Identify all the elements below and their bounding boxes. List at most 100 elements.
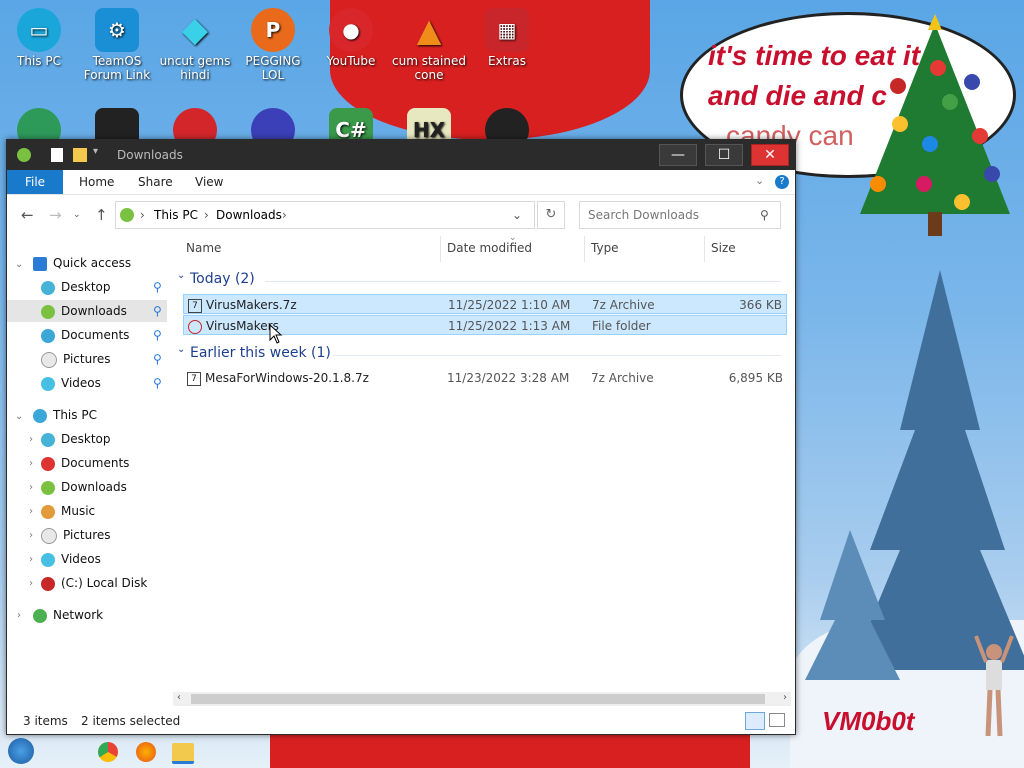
explorer-app-icon[interactable] xyxy=(17,148,31,162)
file-date: 11/25/2022 1:10 AM xyxy=(448,298,571,312)
quick-access-dropdown-icon[interactable]: ▾ xyxy=(93,146,98,157)
tab-view[interactable]: View xyxy=(195,175,223,189)
file-name-cell: 7 VirusMakers.7z xyxy=(188,295,297,315)
desktop-icon-this-pc[interactable]: ▭ This PC xyxy=(0,8,78,68)
collapse-group-icon[interactable]: ⌄ xyxy=(177,270,185,281)
details-view-icon[interactable] xyxy=(745,712,765,730)
breadcrumb-sep-icon: › xyxy=(282,208,287,222)
large-icons-view-icon[interactable] xyxy=(769,713,785,727)
pin-icon[interactable]: ⚲ xyxy=(153,304,162,318)
nav-quick-videos[interactable]: Videos xyxy=(41,372,101,394)
nav-pc-local-disk[interactable]: (C:) Local Disk xyxy=(41,572,147,594)
nav-pc-desktop[interactable]: Desktop xyxy=(41,428,111,450)
expand-icon[interactable]: › xyxy=(29,434,33,445)
expand-icon[interactable]: › xyxy=(29,458,33,469)
column-name[interactable]: Name xyxy=(186,241,221,255)
scrollbar-thumb[interactable] xyxy=(191,694,765,704)
nav-label: Downloads xyxy=(61,480,127,494)
nav-quick-downloads[interactable]: Downloads xyxy=(7,300,167,322)
column-size[interactable]: Size xyxy=(711,241,736,255)
breadcrumb-this-pc[interactable]: This PC xyxy=(154,202,198,228)
chrome-icon[interactable] xyxy=(98,742,118,762)
horizontal-scrollbar[interactable]: ‹ › xyxy=(173,692,791,706)
tab-home[interactable]: Home xyxy=(79,175,114,189)
desktop-icon-extras[interactable]: ▦ Extras xyxy=(468,8,546,68)
scroll-left-icon[interactable]: ‹ xyxy=(177,692,181,703)
tab-file[interactable]: File xyxy=(7,170,63,194)
minimize-button[interactable]: — xyxy=(659,144,697,166)
back-icon[interactable]: ← xyxy=(21,206,34,224)
close-button[interactable]: ✕ xyxy=(751,144,789,166)
computer-icon xyxy=(33,408,47,423)
group-header-today[interactable]: Today (2) xyxy=(190,271,255,287)
desktop-icon-label: This PC xyxy=(17,54,61,68)
nav-pc-videos[interactable]: Videos xyxy=(41,548,101,570)
recent-locations-icon[interactable]: ⌄ xyxy=(73,210,81,220)
column-separator[interactable] xyxy=(584,236,585,262)
nav-pc-pictures[interactable]: Pictures xyxy=(41,524,111,546)
help-icon[interactable]: ? xyxy=(775,175,789,189)
title-bar[interactable]: ▾ Downloads — ☐ ✕ xyxy=(7,140,795,170)
pictures-folder-icon xyxy=(41,351,57,368)
breadcrumb-downloads[interactable]: Downloads xyxy=(216,202,282,228)
nav-pc-downloads[interactable]: Downloads xyxy=(41,476,127,498)
nav-quick-desktop[interactable]: Desktop xyxy=(41,276,111,298)
expand-ribbon-icon[interactable]: ⌄ xyxy=(755,174,764,187)
nav-quick-pictures[interactable]: Pictures xyxy=(41,348,111,370)
expand-network-icon[interactable]: › xyxy=(17,610,21,621)
expand-icon[interactable]: › xyxy=(29,482,33,493)
pin-icon[interactable]: ⚲ xyxy=(153,328,162,342)
desktop-icon-youtube[interactable]: ● YouTube xyxy=(312,8,390,68)
pin-icon[interactable]: ⚲ xyxy=(153,352,162,366)
desktop-icon-uncut-gems[interactable]: ◆ uncut gems hindi xyxy=(156,8,234,82)
up-icon[interactable]: ↑ xyxy=(95,206,108,224)
scroll-right-icon[interactable]: › xyxy=(783,692,787,703)
videos-folder-icon xyxy=(41,552,55,567)
desktop-icon-cone[interactable]: ▲ cum stained cone xyxy=(390,8,468,82)
expand-this-pc-icon[interactable]: ⌄ xyxy=(15,411,23,422)
file-row[interactable]: 7 MesaForWindows-20.1.8.7z 11/23/2022 3:2… xyxy=(183,368,787,388)
maximize-button[interactable]: ☐ xyxy=(705,144,743,166)
expand-icon[interactable]: › xyxy=(29,578,33,589)
desktop-icon-pegging[interactable]: P PEGGING LOL xyxy=(234,8,312,82)
desktop-icon-label: uncut gems hindi xyxy=(159,54,231,82)
expand-quick-access-icon[interactable]: ⌄ xyxy=(15,259,23,270)
desktop-icon-teamos[interactable]: ⚙ TeamOS Forum Link xyxy=(78,8,156,82)
nav-network[interactable]: Network xyxy=(33,604,103,626)
nav-pc-documents[interactable]: Documents xyxy=(41,452,129,474)
address-bar[interactable]: › This PC › Downloads › ⌄ xyxy=(115,201,535,229)
file-date: 11/23/2022 3:28 AM xyxy=(447,371,570,385)
expand-icon[interactable]: › xyxy=(29,530,33,541)
breadcrumb-sep-icon: › xyxy=(140,208,145,222)
column-date-modified[interactable]: Date modified xyxy=(447,241,532,255)
pin-icon[interactable]: ⚲ xyxy=(153,280,162,294)
tab-share[interactable]: Share xyxy=(138,175,173,189)
nav-quick-documents[interactable]: Documents xyxy=(41,324,129,346)
expand-icon[interactable]: › xyxy=(29,506,33,517)
nav-pc-music[interactable]: Music xyxy=(41,500,95,522)
address-dropdown-icon[interactable]: ⌄ xyxy=(512,202,522,228)
properties-quick-icon[interactable] xyxy=(51,148,63,162)
taskbar xyxy=(0,734,1024,768)
collapse-group-icon[interactable]: ⌄ xyxy=(177,344,185,355)
forward-icon[interactable]: → xyxy=(49,206,62,224)
column-separator[interactable] xyxy=(704,236,705,262)
new-folder-quick-icon[interactable] xyxy=(73,148,87,162)
group-header-earlier-this-week[interactable]: Earlier this week (1) xyxy=(190,345,331,361)
nav-label: Downloads xyxy=(61,304,127,318)
refresh-button[interactable]: ↻ xyxy=(537,201,565,229)
file-size: 366 KB xyxy=(739,298,782,312)
pin-icon[interactable]: ⚲ xyxy=(153,376,162,390)
file-row[interactable]: 7 VirusMakers.7z 11/25/2022 1:10 AM 7z Ar… xyxy=(183,294,787,314)
nav-quick-access[interactable]: Quick access xyxy=(33,252,131,274)
column-type[interactable]: Type xyxy=(591,241,619,255)
item-count: 3 items xyxy=(23,714,68,728)
column-separator[interactable] xyxy=(440,236,441,262)
file-explorer-icon[interactable] xyxy=(172,743,194,764)
start-button[interactable] xyxy=(8,738,34,764)
expand-icon[interactable]: › xyxy=(29,554,33,565)
nav-this-pc[interactable]: This PC xyxy=(33,404,97,426)
pictures-folder-icon xyxy=(41,527,57,544)
search-input[interactable]: Search Downloads ⚲ xyxy=(579,201,781,229)
firefox-icon[interactable] xyxy=(136,742,156,762)
